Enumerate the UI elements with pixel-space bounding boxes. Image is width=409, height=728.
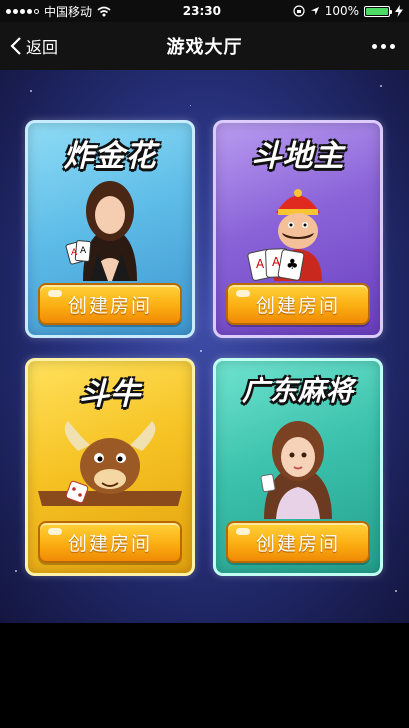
dealer-woman-illustration: A A bbox=[28, 173, 192, 281]
svg-text:A: A bbox=[71, 248, 78, 258]
create-room-button[interactable]: 创建房间 bbox=[38, 521, 182, 563]
more-menu-button[interactable] bbox=[372, 22, 395, 70]
location-icon bbox=[310, 7, 319, 15]
mahjong-girl-illustration bbox=[216, 411, 380, 519]
wifi-icon bbox=[97, 6, 111, 16]
create-room-button[interactable]: 创建房间 bbox=[38, 283, 182, 325]
clock: 23:30 bbox=[182, 4, 221, 18]
game-title: 斗地主 bbox=[251, 139, 345, 174]
battery-percent: 100% bbox=[324, 4, 359, 18]
battery-icon bbox=[364, 5, 392, 17]
signal-strength-icon bbox=[6, 8, 39, 14]
bottom-area bbox=[0, 623, 409, 728]
game-card-douniu[interactable]: 斗牛 创建房间 bbox=[25, 358, 195, 576]
game-card-doudizhu[interactable]: 斗地主 A A ♣ 创建房间 bbox=[213, 120, 383, 338]
back-chevron-icon bbox=[10, 37, 21, 55]
landlord-character-illustration: A A ♣ bbox=[216, 173, 380, 281]
svg-text:A: A bbox=[272, 255, 281, 269]
back-label: 返回 bbox=[26, 38, 59, 57]
game-title: 广东麻将 bbox=[242, 376, 354, 407]
bull-character-illustration bbox=[28, 411, 192, 519]
page-title: 游戏大厅 bbox=[166, 37, 243, 58]
back-button[interactable]: 返回 bbox=[10, 22, 58, 70]
game-card-zhajinhua[interactable]: 炸金花 A A 创建房间 bbox=[25, 120, 195, 338]
carrier-label: 中国移动 bbox=[44, 4, 93, 19]
game-lobby: 炸金花 A A 创建房间 斗地主 A A ♣ 创建房间 斗牛 创建房间 广东麻将… bbox=[0, 70, 409, 623]
navigation-bar: 返回 游戏大厅 bbox=[0, 22, 409, 70]
game-title: 斗牛 bbox=[79, 377, 141, 412]
svg-text:♣: ♣ bbox=[286, 257, 299, 273]
charging-icon bbox=[395, 5, 403, 17]
svg-text:A: A bbox=[80, 246, 87, 256]
create-room-button[interactable]: 创建房间 bbox=[226, 521, 370, 563]
svg-text:A: A bbox=[256, 257, 265, 271]
game-title: 炸金花 bbox=[63, 139, 157, 174]
create-room-button[interactable]: 创建房间 bbox=[226, 283, 370, 325]
status-bar: 中国移动 23:30 100% bbox=[0, 0, 409, 22]
more-dots-icon bbox=[372, 43, 377, 49]
lock-rotation-icon bbox=[293, 5, 305, 17]
game-card-guangdong-mahjong[interactable]: 广东麻将 创建房间 bbox=[213, 358, 383, 576]
